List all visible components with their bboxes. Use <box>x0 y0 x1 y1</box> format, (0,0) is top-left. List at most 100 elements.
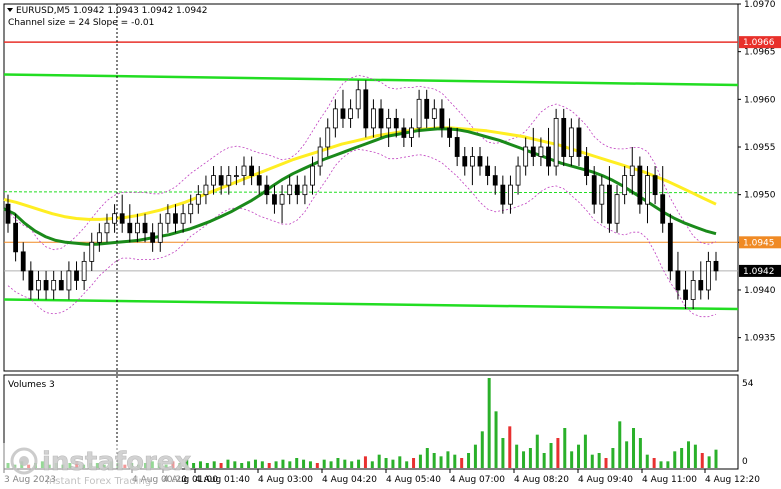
volume-bar <box>425 448 429 468</box>
candle-bull <box>195 194 201 205</box>
candle-bear <box>218 175 224 186</box>
volume-bar <box>556 438 560 468</box>
time-tick-label: 4 Aug 12:20 <box>705 475 760 485</box>
time-tick-label: 4 Aug 09:40 <box>578 475 633 485</box>
volume-bar <box>666 461 670 468</box>
volume-bar <box>673 451 677 468</box>
candle-bull <box>508 184 513 205</box>
candle-bull <box>66 270 72 291</box>
candle-bear <box>447 127 452 138</box>
candle-bear <box>401 127 407 138</box>
candle-bear <box>340 108 346 119</box>
volume-panel-label: Volumes 3 <box>8 380 55 390</box>
volume-bar <box>632 428 636 468</box>
candle-bear <box>294 184 300 196</box>
candle-bull <box>599 184 605 205</box>
candle-bull <box>431 108 437 119</box>
volume-bar <box>638 438 642 468</box>
volume-bar <box>487 378 491 468</box>
candle-bear <box>13 222 19 253</box>
price-tick-label: 1.0960 <box>744 95 776 105</box>
volume-bar <box>625 441 629 468</box>
candle-bear <box>5 203 11 224</box>
candle-bull <box>51 280 57 291</box>
price-tick-label: 1.0970 <box>744 0 776 10</box>
volume-bar <box>583 434 587 468</box>
symbol-line: EURUSD,M5 1.0942 1.0943 1.0942 1.0942 <box>16 6 208 16</box>
candle-bear <box>492 175 498 186</box>
candle-bear <box>652 175 658 196</box>
candle-bear <box>142 222 148 234</box>
candle-bull <box>523 146 529 167</box>
volume-bar <box>680 448 684 468</box>
volume-bar <box>687 441 691 468</box>
volume-bar <box>363 456 367 468</box>
candle-bear <box>477 156 483 167</box>
volume-max-label: 54 <box>742 379 754 389</box>
candle-bull <box>180 213 186 224</box>
candle-bear <box>378 108 384 129</box>
candle-bull <box>302 184 308 196</box>
candle-bear <box>462 156 468 167</box>
candle-bear <box>439 108 445 129</box>
volume-bar <box>267 463 271 468</box>
candle-bull <box>371 108 376 129</box>
volume-bar <box>315 463 319 468</box>
candle-bull <box>538 146 544 157</box>
candle-bear <box>249 165 255 176</box>
candle-bull <box>469 156 475 167</box>
volume-bar <box>446 451 450 468</box>
volume-bar <box>377 454 381 468</box>
candle-bull <box>355 89 361 110</box>
price-tick-label: 1.0935 <box>744 334 776 344</box>
candle-bull <box>36 280 41 291</box>
candle-bear <box>530 146 536 157</box>
candle-bear <box>591 175 597 205</box>
candle-bull <box>614 194 620 224</box>
candle-bull <box>81 260 87 281</box>
candle-bull <box>135 222 140 234</box>
watermark: instaforex Instant Forex Trading <box>0 443 192 489</box>
volume-bar <box>391 459 395 468</box>
candle-bull <box>416 98 422 129</box>
time-tick-label: 4 Aug 05:40 <box>386 475 441 485</box>
volume-bar <box>604 458 608 468</box>
volume-bar <box>563 428 567 468</box>
volume-bar <box>219 463 223 468</box>
candle-bear <box>58 280 64 291</box>
time-tick-label: 4 Aug 07:00 <box>450 475 505 485</box>
volume-bar <box>405 461 409 468</box>
volume-bar <box>322 459 326 468</box>
volume-bar <box>205 463 209 468</box>
volume-bar <box>295 458 299 468</box>
candle-bull <box>157 222 163 243</box>
volume-bar <box>535 434 539 468</box>
candle-bear <box>28 270 34 291</box>
candle-bear <box>74 270 79 281</box>
volume-bar <box>515 444 519 468</box>
volume-bar <box>693 444 697 468</box>
candle-bull <box>705 260 711 291</box>
candle-bull <box>690 280 696 300</box>
candle-bull <box>645 175 650 205</box>
price-label-text: 1.0945 <box>743 238 775 248</box>
candle-bear <box>683 289 688 300</box>
candle-bull <box>629 165 635 176</box>
volume-bar <box>288 461 292 468</box>
candle-bear <box>698 280 704 291</box>
price-tick-label: 1.0950 <box>744 191 776 201</box>
candle-bull <box>104 222 110 234</box>
volume-zero-label: 0 <box>742 457 748 467</box>
volume-bar <box>597 453 601 468</box>
candle-bull <box>96 232 102 243</box>
volume-bar <box>494 411 498 468</box>
volume-bar <box>260 461 264 468</box>
candle-bear <box>561 117 567 157</box>
volume-bar <box>652 458 656 468</box>
candle-bull <box>279 194 285 205</box>
volume-bar <box>192 463 196 468</box>
candle-bear <box>546 146 551 167</box>
volume-bar <box>714 449 718 468</box>
volume-bar <box>384 458 388 468</box>
chart-root: 1.0970 1.0965 1.0960 1.0955 1.0950 1.0945 1.09… <box>0 0 781 489</box>
